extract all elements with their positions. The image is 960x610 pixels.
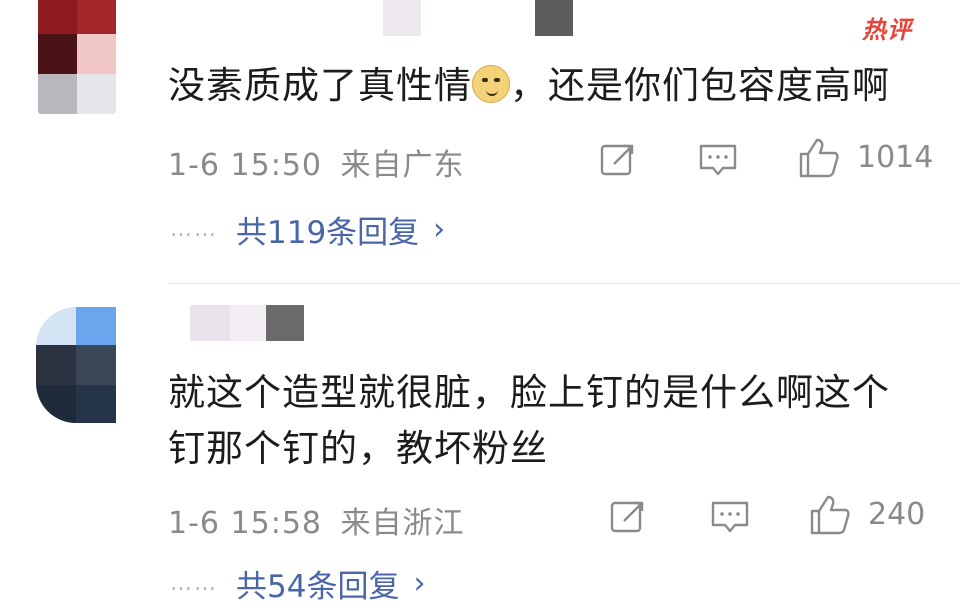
divider <box>168 283 960 284</box>
username-redacted <box>185 0 585 40</box>
comment-actions: 240 <box>0 493 960 543</box>
share-icon[interactable] <box>608 497 648 537</box>
doge-emoji-icon <box>472 65 510 103</box>
replies-label: 共119条回复 <box>236 214 420 251</box>
username-redacted <box>190 305 310 345</box>
like-count: 1014 <box>857 140 934 175</box>
replies-label: 共54条回复 <box>236 568 400 605</box>
replies-dots: …… <box>170 570 218 596</box>
avatar[interactable] <box>38 0 116 114</box>
comment-text: 没素质成了真性情 ，还是你们包容度高啊 <box>168 58 928 114</box>
chevron-right-icon: › <box>433 211 446 247</box>
comment-actions: 1014 <box>0 136 960 186</box>
thumbs-up-icon[interactable] <box>797 136 841 180</box>
comment-text-part: ，还是你们包容度高啊 <box>510 64 890 107</box>
replies-dots: …… <box>170 216 218 242</box>
comment-text: 就这个造型就很脏，脸上钉的是什么啊这个钉那个钉的，教坏粉丝 <box>168 371 890 470</box>
hot-comment-badge: 热评 <box>862 16 912 44</box>
comment-icon[interactable] <box>697 140 739 180</box>
thumbs-up-icon[interactable] <box>808 493 852 537</box>
comment-item: 就这个造型就很脏，脸上钉的是什么啊这个钉那个钉的，教坏粉丝 1-6 15:58 … <box>0 285 960 610</box>
like-count: 240 <box>868 497 926 532</box>
view-replies-link[interactable]: …… 共54条回复 › <box>170 561 425 605</box>
view-replies-link[interactable]: …… 共119条回复 › <box>170 207 445 251</box>
comment-item: 热评 没素质成了真性情 ，还是你们包容度高啊 1-6 15:50 来自广东 101… <box>0 0 960 285</box>
chevron-right-icon: › <box>413 565 426 601</box>
comment-icon[interactable] <box>709 497 751 537</box>
avatar[interactable] <box>36 307 116 423</box>
comment-text-part: 没素质成了真性情 <box>168 64 472 107</box>
share-icon[interactable] <box>598 140 638 180</box>
